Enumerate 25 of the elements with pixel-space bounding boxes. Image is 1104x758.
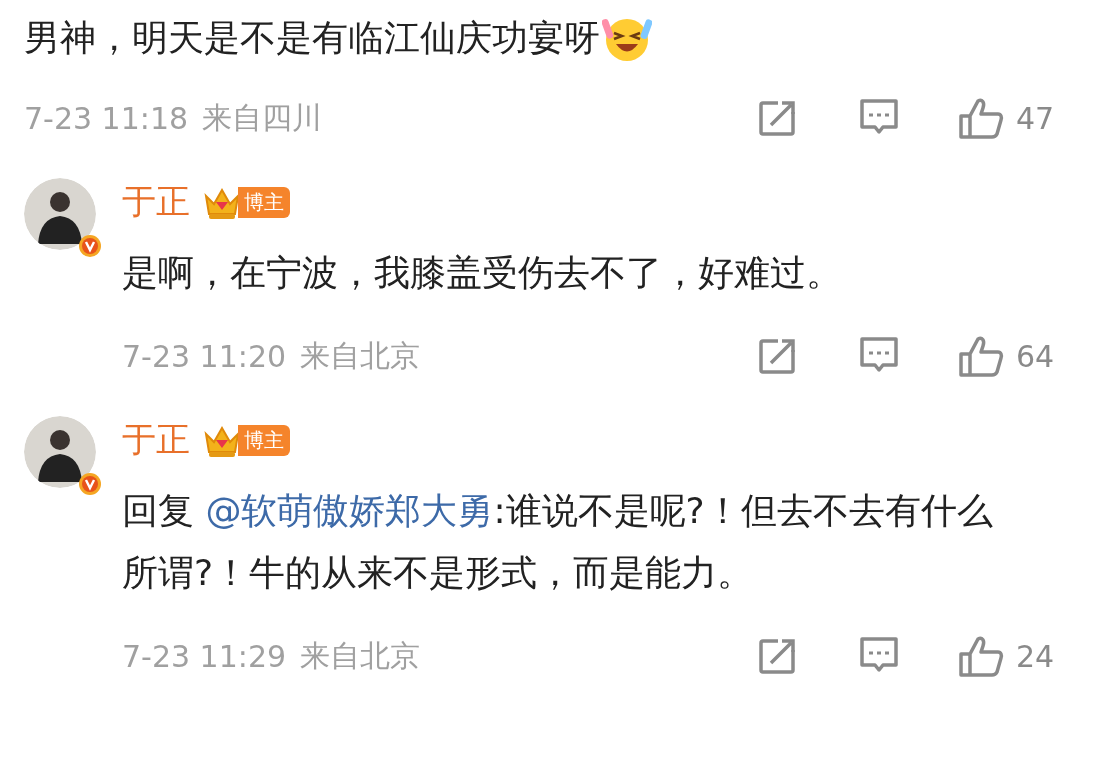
location-text: 来自四川: [202, 98, 323, 137]
reply-text: 是啊，在宁波，我膝盖受伤去不了，好难过。: [122, 251, 843, 295]
share-icon[interactable]: [758, 636, 798, 676]
like-icon[interactable]: [958, 634, 1004, 678]
share-icon[interactable]: [758, 98, 798, 138]
mention-link[interactable]: @软萌傲娇郑大勇: [205, 490, 494, 531]
username[interactable]: 于正: [122, 417, 190, 463]
timestamp: 7-23 11:29: [122, 638, 287, 674]
like-count: 47: [1016, 100, 1056, 136]
blogger-tag: 博主: [238, 424, 290, 456]
share-icon[interactable]: [758, 336, 798, 376]
avatar[interactable]: [24, 178, 96, 250]
reply-text: 回复 @软萌傲娇郑大勇:谁说不是呢?！但去不去有什么所谓?！牛的从来不是形式，而是能力。: [122, 489, 994, 595]
location-text: 来自北京: [300, 636, 421, 675]
location-text: 来自北京: [300, 336, 421, 375]
comment-text: 男神，明天是不是有临江仙庆功宴呀: [24, 15, 600, 60]
timestamp: 7-23 11:18: [24, 100, 189, 136]
like-icon[interactable]: [958, 334, 1004, 378]
timestamp: 7-23 11:20: [122, 338, 287, 374]
username[interactable]: 于正: [122, 179, 190, 225]
like-count: 64: [1016, 338, 1056, 374]
blogger-tag: 博主: [238, 186, 290, 218]
like-icon[interactable]: [958, 96, 1004, 140]
like-count: 24: [1016, 638, 1056, 674]
avatar[interactable]: [24, 416, 96, 488]
